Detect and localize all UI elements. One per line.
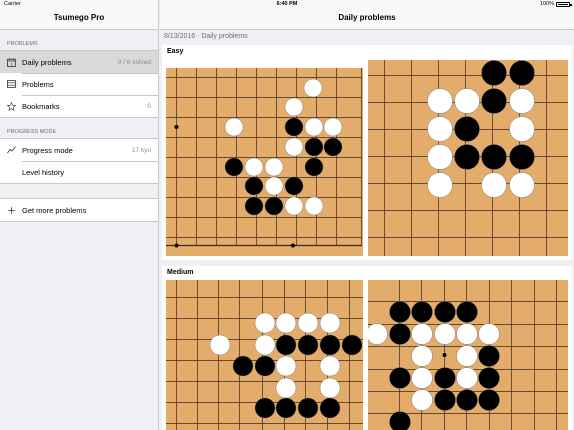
difficulty-label: Medium — [167, 269, 194, 276]
page-title: Daily problems — [338, 13, 396, 22]
sidebar-item-problems[interactable]: Problems — [0, 73, 158, 95]
board-svg — [368, 60, 568, 256]
sidebar-item-label: Level history — [22, 167, 65, 177]
progress-group: Progress mode 17 kyu Level history — [0, 138, 158, 184]
solved-count: 0 / 6 solved — [117, 58, 151, 66]
battery-percent: 100% — [539, 1, 554, 7]
battery-indicator: 100% — [539, 0, 572, 9]
sidebar-item-progress-mode[interactable]: Progress mode 17 kyu — [0, 139, 158, 161]
status-bar: Carrier 6:40 PM 100% — [0, 0, 574, 9]
sidebar-item-bookmarks[interactable]: Bookmarks 0 — [0, 95, 158, 117]
main-panel: Daily problems 8/13/2016 · Daily problem… — [160, 0, 574, 430]
section-header-problems: PROBLEMS — [7, 41, 38, 47]
easy-card: Easy — [162, 45, 572, 260]
board-svg — [368, 280, 568, 430]
bookmark-count: 0 — [147, 102, 151, 110]
problems-group: 3 Daily problems 0 / 6 solved Problems B… — [0, 50, 158, 118]
sidebar-item-label: Daily problems — [22, 57, 72, 67]
plus-icon — [0, 206, 22, 214]
section-header-progress-mode: PROGRESS MODE — [7, 129, 57, 135]
more-group: Get more problems — [0, 198, 158, 222]
calendar-icon: 3 — [0, 57, 22, 67]
sidebar-item-label: Get more problems — [22, 205, 87, 215]
rank-value: 17 kyu — [131, 146, 151, 154]
problem-board[interactable] — [368, 280, 568, 430]
difficulty-label: Easy — [167, 48, 184, 55]
problem-board[interactable] — [166, 68, 363, 256]
date-header: 8/13/2016 · Daily problems — [164, 33, 248, 40]
problem-board[interactable] — [368, 60, 568, 256]
list-icon — [0, 80, 22, 88]
graph-icon — [0, 146, 22, 154]
sidebar-item-get-more-problems[interactable]: Get more problems — [0, 199, 158, 221]
sidebar-item-label: Bookmarks — [22, 101, 60, 111]
sidebar-item-label: Problems — [22, 79, 54, 89]
sidebar-item-level-history[interactable]: Level history — [0, 161, 158, 183]
app-title: Tsumego Pro — [53, 13, 105, 22]
medium-card: Medium — [162, 266, 572, 430]
sidebar-item-daily-problems[interactable]: 3 Daily problems 0 / 6 solved — [0, 51, 158, 73]
star-icon — [0, 101, 22, 111]
sidebar-item-label: Progress mode — [22, 145, 73, 155]
board-svg — [166, 280, 363, 430]
clock: 6:40 PM — [276, 1, 298, 7]
battery-icon — [556, 2, 572, 7]
board-svg — [166, 68, 362, 248]
sidebar: Tsumego Pro PROBLEMS 3 Daily problems 0 … — [0, 0, 159, 430]
problem-board[interactable] — [166, 280, 363, 430]
svg-text:3: 3 — [10, 61, 13, 66]
